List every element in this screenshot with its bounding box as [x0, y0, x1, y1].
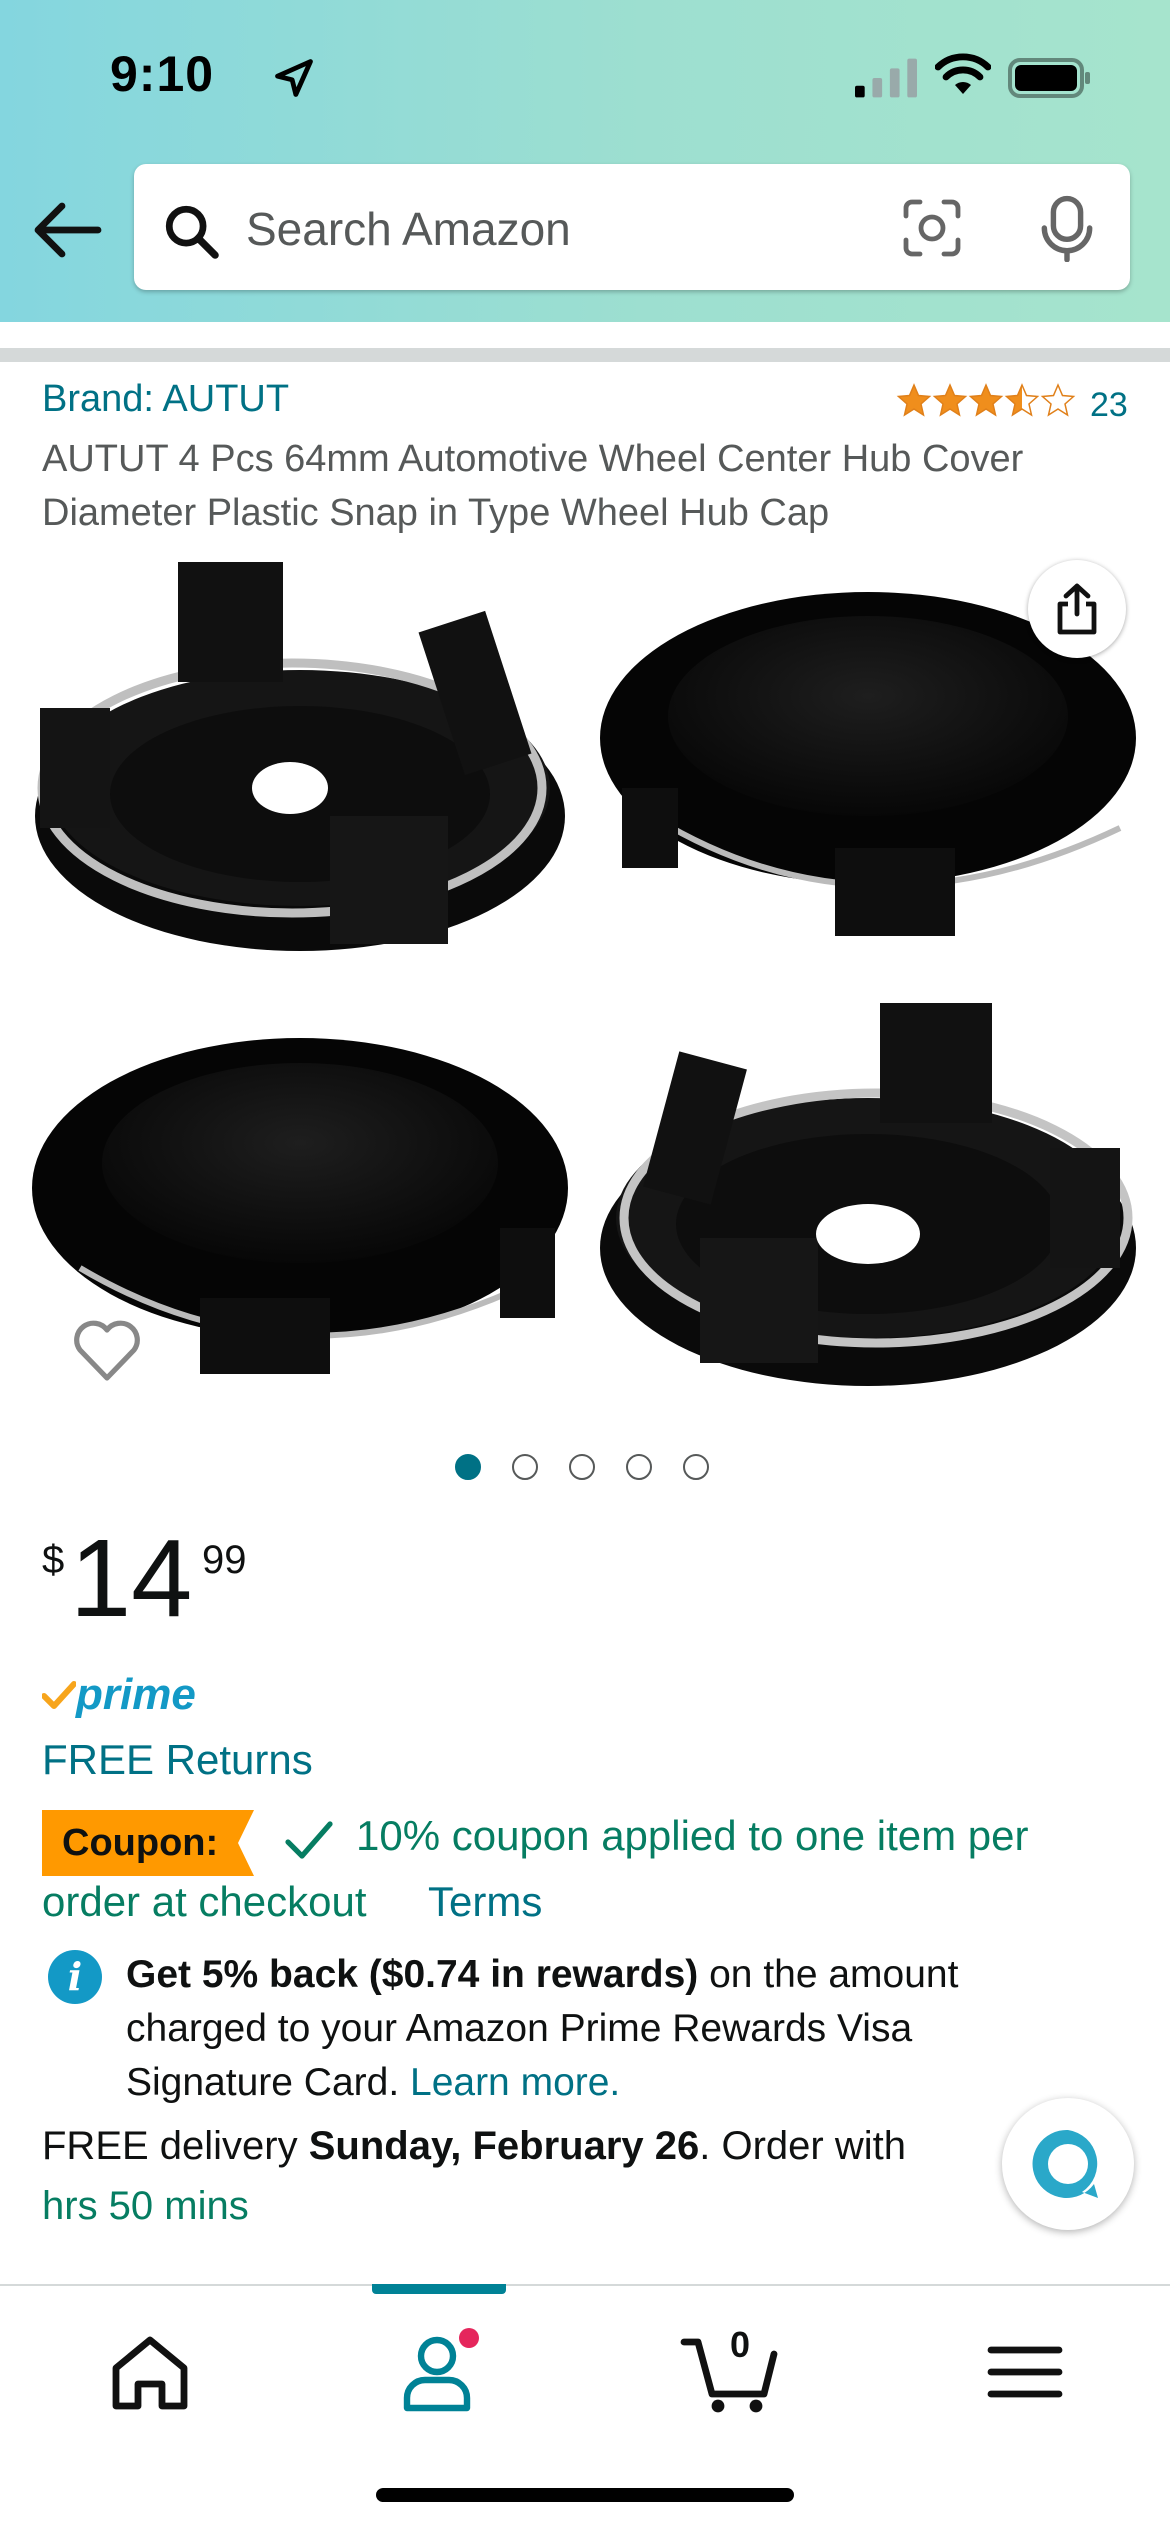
top-header: 9:10 Search Amazon: [0, 0, 1170, 322]
price-fraction: 99: [202, 1538, 247, 1582]
delivery-info: FREE delivery Sunday, February 26. Order…: [42, 2124, 906, 2169]
active-tab-indicator: [372, 2284, 506, 2294]
delivery-suffix: . Order with: [699, 2124, 906, 2168]
learn-more-link[interactable]: Learn more.: [410, 2061, 620, 2104]
status-time: 9:10: [110, 46, 215, 102]
share-icon: [1057, 583, 1097, 635]
hub-cap-back-2: [600, 1003, 1136, 1386]
chat-assistant-button[interactable]: [1002, 2098, 1134, 2230]
back-arrow-icon[interactable]: [32, 200, 102, 260]
coupon-text-continued: order at checkout: [42, 1878, 367, 1925]
camera-scan-icon[interactable]: [900, 196, 964, 260]
search-icon: [165, 205, 219, 259]
carousel-dot[interactable]: [455, 1454, 481, 1480]
price-whole: 14: [70, 1517, 193, 1640]
reward-offer: Get 5% back ($0.74 in rewards) on the am…: [126, 1948, 1086, 2110]
search-bar[interactable]: Search Amazon: [134, 164, 1130, 290]
info-icon: i: [48, 1950, 102, 2004]
rating-count[interactable]: 23: [1090, 386, 1128, 425]
delivery-countdown: hrs 50 mins: [42, 2184, 249, 2228]
cell-signal-icon: [855, 58, 917, 98]
cart-count: 0: [729, 2324, 751, 2365]
image-carousel-dots[interactable]: [455, 1454, 715, 1486]
star-rating-icon[interactable]: [896, 382, 1076, 422]
price-currency: $: [42, 1538, 65, 1582]
free-returns-link[interactable]: FREE Returns: [42, 1736, 313, 1784]
carousel-dot[interactable]: [512, 1454, 538, 1480]
prime-label: prime: [76, 1670, 196, 1719]
brand-link[interactable]: Brand: AUTUT: [42, 378, 289, 421]
carousel-dot[interactable]: [569, 1454, 595, 1480]
battery-icon: [1008, 58, 1090, 98]
coupon-check-icon: [285, 1821, 333, 1859]
microphone-icon[interactable]: [1038, 194, 1096, 262]
product-title: AUTUT 4 Pcs 64mm Automotive Wheel Center…: [42, 438, 1024, 534]
home-icon[interactable]: [100, 2326, 200, 2416]
prime-check-icon: [42, 1681, 76, 1709]
coupon-terms-link[interactable]: Terms: [428, 1878, 542, 1926]
section-divider: [0, 348, 1170, 362]
account-icon[interactable]: [389, 2326, 489, 2416]
wifi-icon: [935, 53, 991, 94]
menu-icon[interactable]: [975, 2326, 1075, 2416]
carousel-dot[interactable]: [626, 1454, 652, 1480]
coupon-text: 10% coupon applied to one item per: [356, 1812, 1029, 1859]
home-indicator: [376, 2488, 794, 2502]
share-button[interactable]: [1028, 560, 1126, 658]
location-arrow-icon: [275, 59, 313, 97]
reward-highlight: Get 5% back ($0.74 in rewards): [126, 1953, 699, 1996]
delivery-date: Sunday, February 26: [308, 2124, 700, 2168]
coupon-badge: Coupon:: [42, 1810, 254, 1876]
product-image[interactable]: [0, 548, 1170, 1408]
carousel-dot[interactable]: [683, 1454, 709, 1480]
chat-bubble-icon: [1032, 2129, 1098, 2198]
hub-cap-back-1: [35, 562, 565, 951]
wishlist-heart-icon[interactable]: [72, 1318, 142, 1382]
search-input[interactable]: Search Amazon: [246, 202, 571, 256]
delivery-prefix: FREE delivery: [42, 2124, 309, 2168]
coupon-label: Coupon:: [62, 1822, 219, 1864]
